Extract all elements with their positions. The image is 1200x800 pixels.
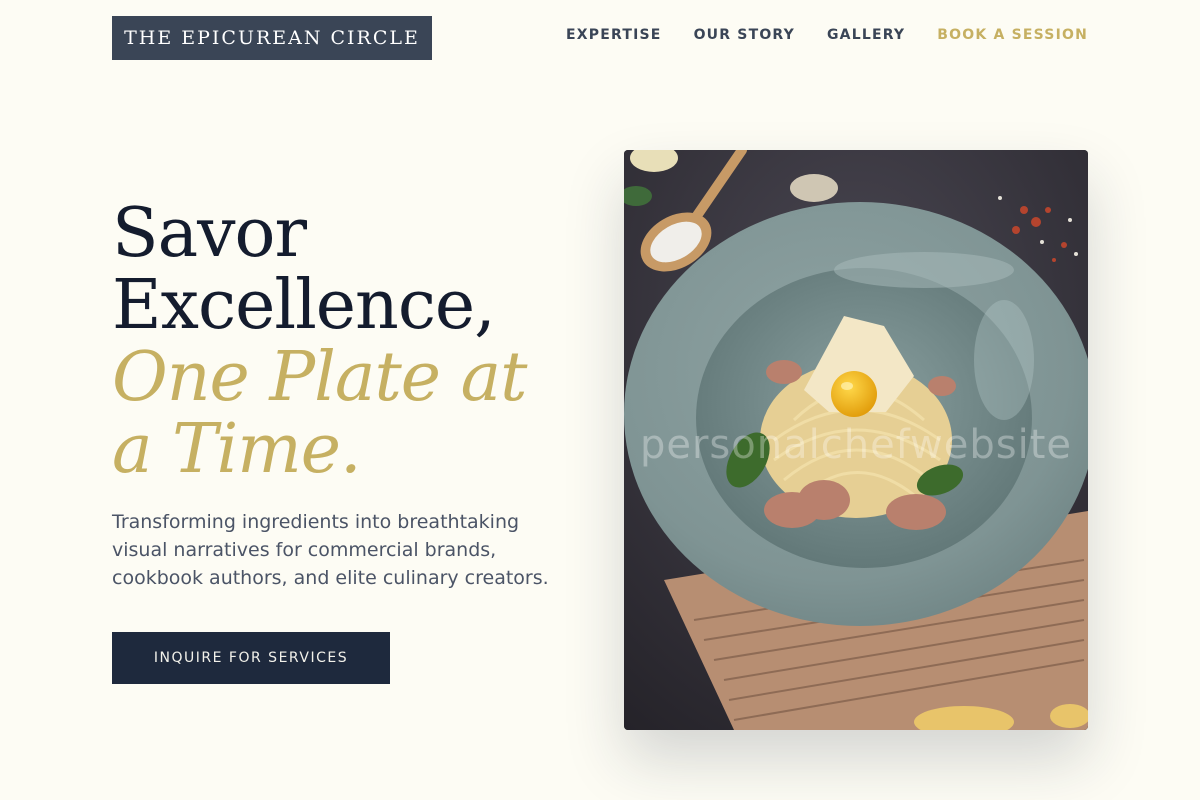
hero-title-line-2: Excellence, [112,266,496,345]
nav-item-gallery[interactable]: GALLERY [827,27,905,43]
hero-title: Savor Excellence, One Plate at a Time. [112,198,572,486]
nav-item-book-a-session[interactable]: BOOK A SESSION [937,27,1088,43]
hero-food-photo: personalchefwebsite [624,150,1088,730]
hero-title-line-1: Savor [112,194,307,273]
main-nav: EXPERTISE OUR STORY GALLERY BOOK A SESSI… [566,27,1088,43]
photo-watermark: personalchefwebsite [639,422,1073,468]
inquire-button[interactable]: INQUIRE FOR SERVICES [112,632,390,684]
nav-item-our-story[interactable]: OUR STORY [694,27,795,43]
hero-title-accent: One Plate at a Time. [112,338,528,489]
nav-item-expertise[interactable]: EXPERTISE [566,27,662,43]
site-logo[interactable]: THE EPICUREAN CIRCLE [112,16,432,60]
hero-subtitle: Transforming ingredients into breathtaki… [112,511,549,589]
